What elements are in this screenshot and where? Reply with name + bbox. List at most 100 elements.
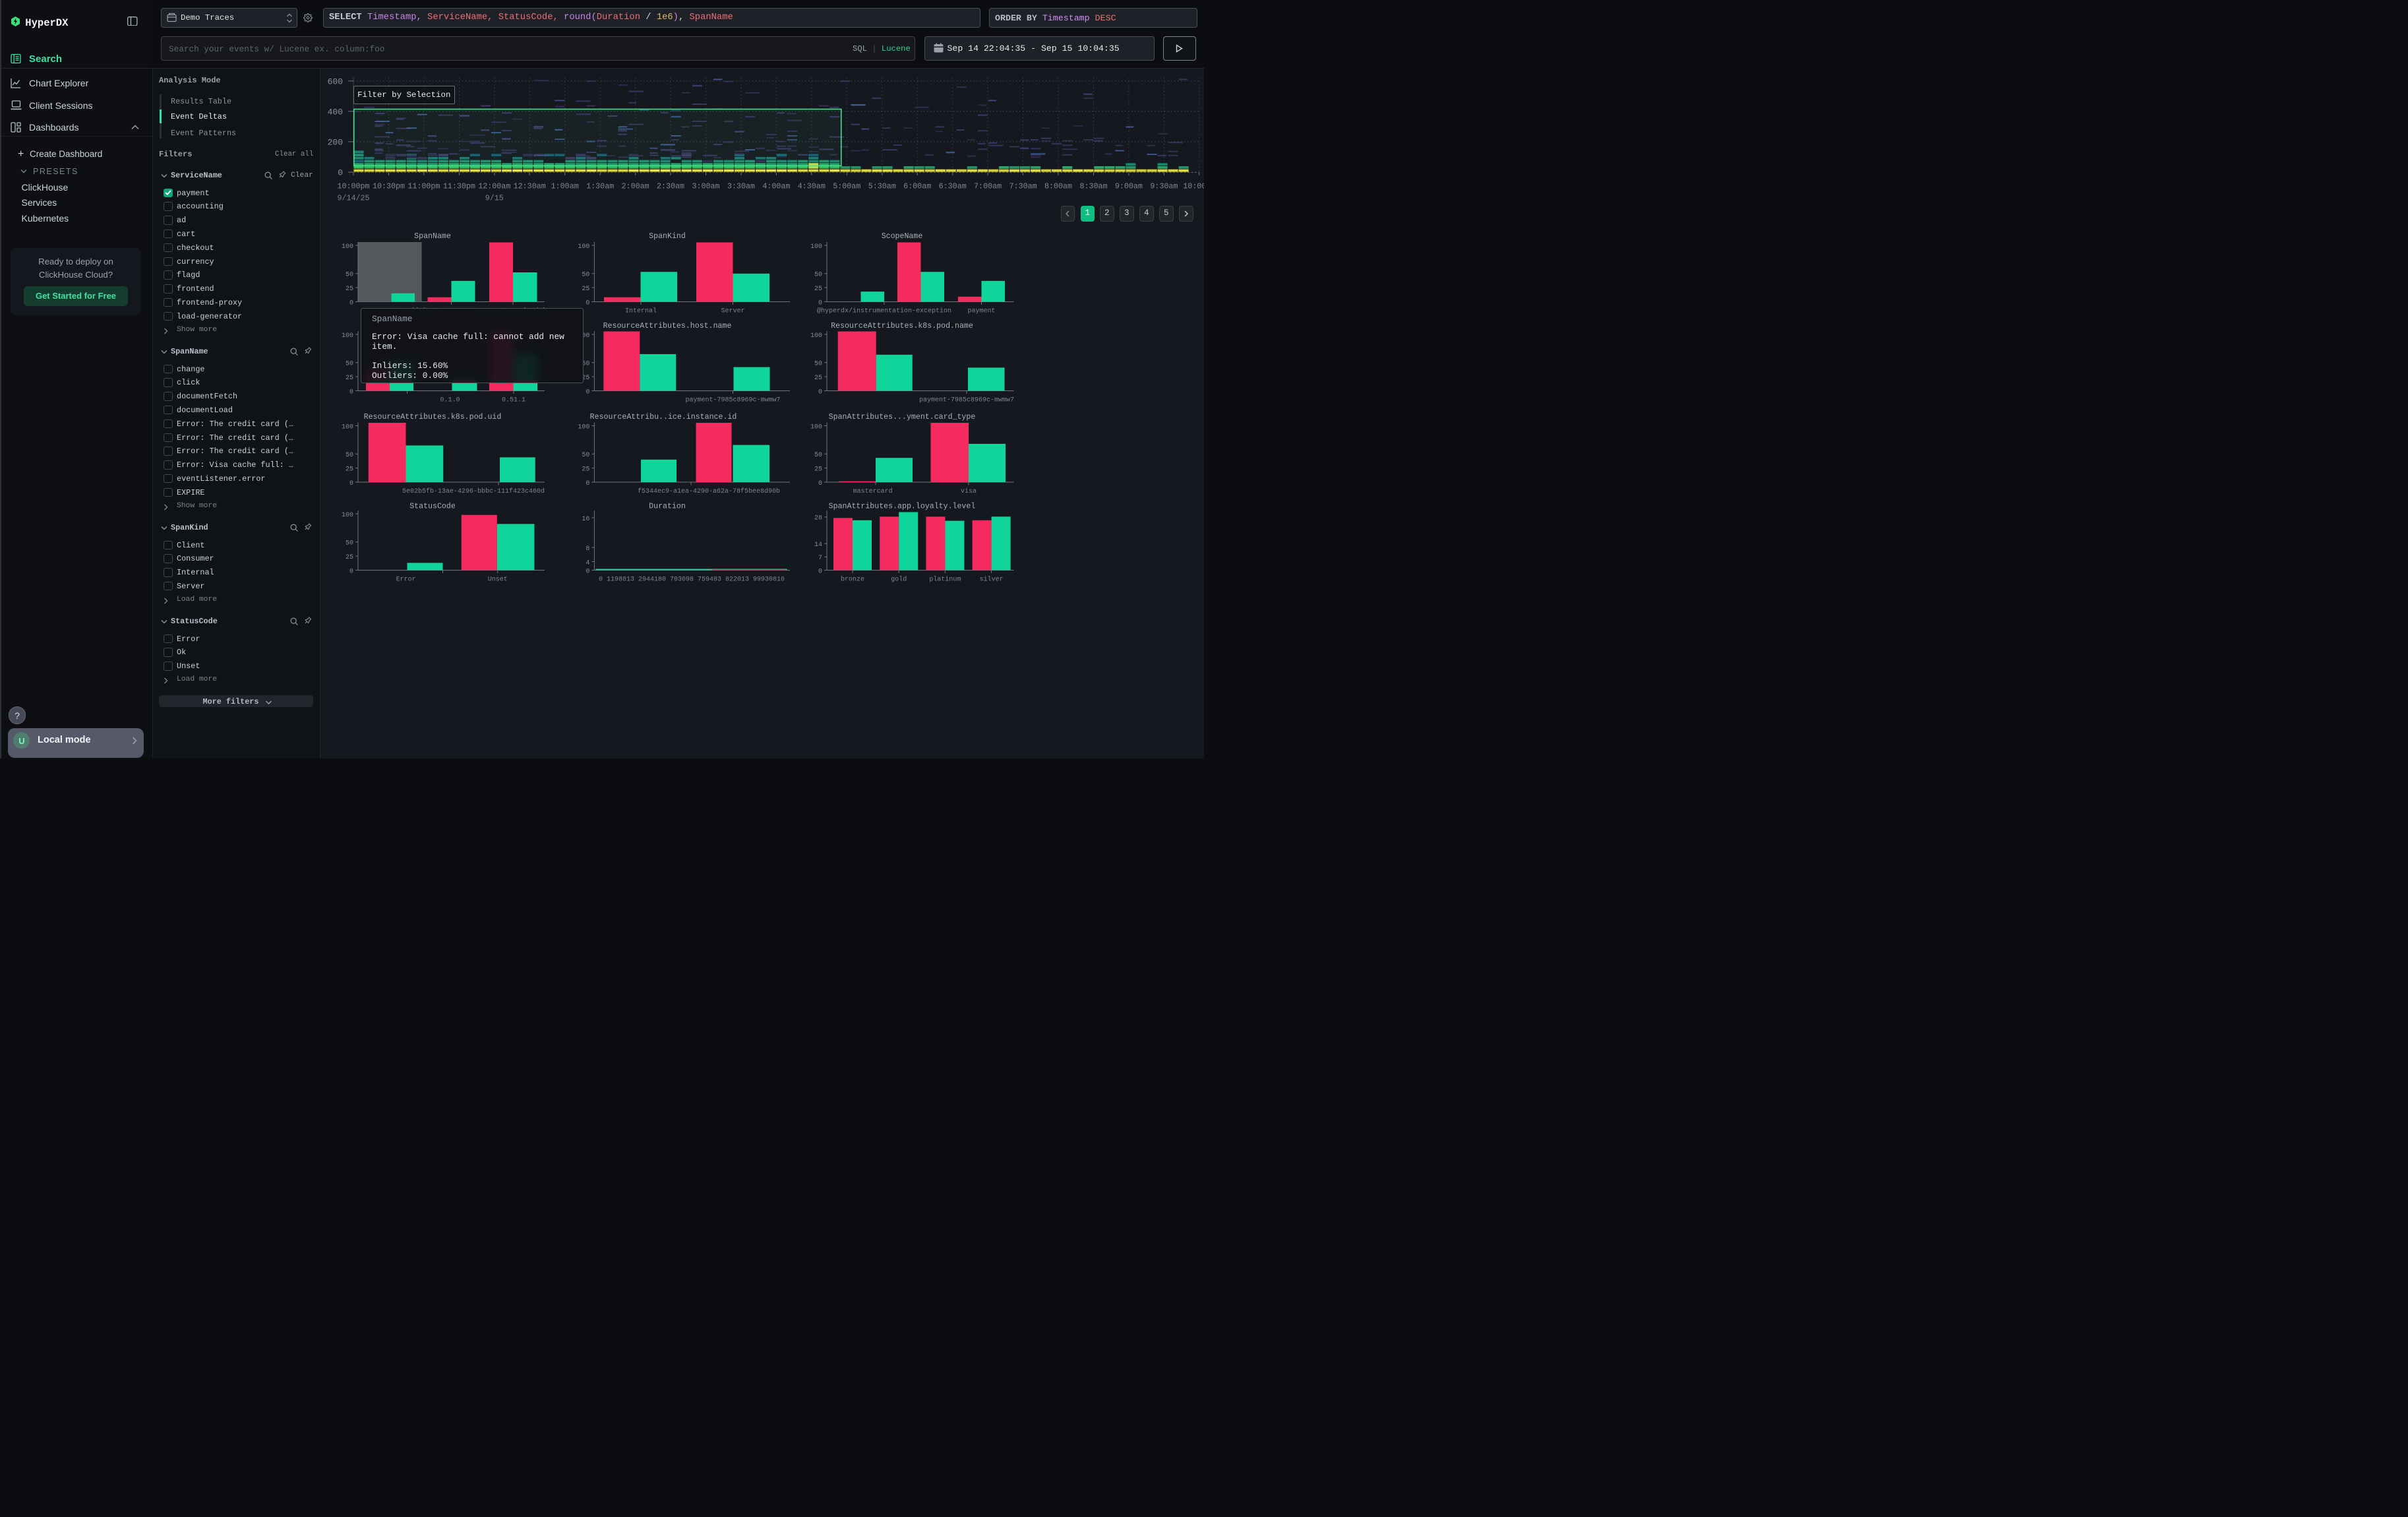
svg-text:7:00am: 7:00am (974, 182, 1002, 191)
svg-text:6:30am: 6:30am (939, 182, 967, 191)
svg-text:200: 200 (328, 137, 343, 147)
svg-text:0: 0 (818, 299, 822, 307)
svg-text:3:00am: 3:00am (692, 182, 719, 191)
svg-text:100: 100 (810, 423, 822, 431)
svg-text:ScopeName: ScopeName (882, 232, 923, 241)
svg-text:9/15: 9/15 (485, 194, 504, 203)
svg-text:25: 25 (346, 554, 353, 561)
svg-text:mastercard: mastercard (853, 487, 893, 495)
svg-text:25: 25 (582, 286, 589, 293)
svg-text:4:30am: 4:30am (798, 182, 826, 191)
svg-text:Error: Error (396, 576, 416, 584)
svg-text:14: 14 (814, 542, 822, 549)
svg-text:ResourceAttributes.k8s.pod.uid: ResourceAttributes.k8s.pod.uid (364, 413, 502, 421)
svg-text:1:30am: 1:30am (586, 182, 614, 191)
svg-text:bronze: bronze (841, 576, 864, 584)
svg-text:10:30pm: 10:30pm (373, 182, 405, 191)
svg-text:100: 100 (810, 332, 822, 340)
svg-text:5:00am: 5:00am (833, 182, 860, 191)
svg-text:50: 50 (582, 452, 589, 459)
svg-text:0: 0 (586, 299, 589, 307)
svg-text:Duration: Duration (649, 503, 686, 511)
svg-text:payment: payment (967, 308, 995, 315)
svg-text:11:30pm: 11:30pm (443, 182, 475, 191)
svg-text:7: 7 (818, 555, 822, 562)
svg-text:25: 25 (814, 286, 822, 293)
svg-text:12:00am: 12:00am (478, 182, 510, 191)
svg-text:f5344ec9-a1ea-4290-a62a-78f5be: f5344ec9-a1ea-4290-a62a-78f5bee8d90b (638, 487, 780, 495)
svg-text:0.51.1: 0.51.1 (502, 397, 526, 404)
svg-text:SpanKind: SpanKind (649, 232, 686, 241)
svg-text:0: 0 (818, 480, 822, 487)
svg-text:10:00am: 10:00am (1183, 182, 1204, 191)
svg-text:50: 50 (814, 361, 822, 368)
svg-text:0: 0 (586, 388, 589, 396)
svg-text:0 1198813 2944180 703098 7594: 0 1198813 2944180 703098 759483 822013 9… (599, 576, 785, 584)
svg-text:SpanAttributes.app.loyalty.lev: SpanAttributes.app.loyalty.level (829, 503, 976, 511)
svg-text:25: 25 (814, 375, 822, 382)
svg-text:0: 0 (586, 480, 589, 487)
svg-text:1:00am: 1:00am (551, 182, 579, 191)
svg-text:0: 0 (349, 480, 353, 487)
svg-text:25: 25 (346, 375, 353, 382)
svg-text:50: 50 (346, 540, 353, 547)
svg-text:Unset: Unset (488, 576, 508, 584)
svg-text:Internal: Internal (625, 307, 657, 315)
svg-text:8: 8 (586, 545, 589, 553)
svg-text:100: 100 (342, 243, 353, 251)
svg-text:2:30am: 2:30am (657, 182, 684, 191)
svg-text:0: 0 (349, 388, 353, 396)
svg-text:100: 100 (342, 512, 353, 519)
svg-text:0: 0 (338, 168, 343, 178)
svg-text:10:00pm: 10:00pm (337, 182, 369, 191)
svg-text:100: 100 (578, 423, 589, 431)
svg-text:8:30am: 8:30am (1079, 182, 1107, 191)
svg-text:0: 0 (818, 388, 822, 396)
svg-text:4:00am: 4:00am (762, 182, 790, 191)
svg-text:50: 50 (814, 272, 822, 279)
svg-text:0.1.0: 0.1.0 (440, 397, 460, 404)
svg-text:0: 0 (818, 568, 822, 575)
svg-text:50: 50 (582, 272, 589, 279)
svg-text:400: 400 (328, 107, 343, 117)
svg-text:ResourceAttributes.host.name: ResourceAttributes.host.name (603, 322, 732, 330)
svg-text:100: 100 (342, 423, 353, 431)
svg-text:StatusCode: StatusCode (409, 503, 456, 511)
svg-text:9:30am: 9:30am (1150, 182, 1178, 191)
svg-text:Server: Server (721, 308, 744, 315)
svg-text:9/14/25: 9/14/25 (337, 194, 369, 203)
svg-text:25: 25 (814, 466, 822, 473)
svg-text:50: 50 (346, 272, 353, 279)
svg-text:ResourceAttribu..ice.instance.: ResourceAttribu..ice.instance.id (590, 413, 737, 421)
svg-text:8:00am: 8:00am (1044, 182, 1072, 191)
svg-text:16: 16 (582, 516, 589, 523)
svg-text:600: 600 (328, 77, 343, 86)
svg-text:SpanAttributes...yment.card_ty: SpanAttributes...yment.card_type (829, 413, 976, 421)
svg-text:25: 25 (346, 286, 353, 293)
svg-text:3:30am: 3:30am (727, 182, 755, 191)
svg-text:11:00pm: 11:00pm (407, 182, 440, 191)
svg-text:4: 4 (586, 559, 589, 567)
svg-text:2:00am: 2:00am (622, 182, 649, 191)
svg-text:payment-7985c8969c-mwmw7: payment-7985c8969c-mwmw7 (919, 397, 1014, 404)
svg-text:6:00am: 6:00am (903, 182, 931, 191)
svg-text:50: 50 (814, 452, 822, 459)
svg-text:@hyperdx/instrumentation-excep: @hyperdx/instrumentation-exception (817, 307, 951, 315)
svg-text:100: 100 (810, 243, 822, 251)
svg-text:50: 50 (346, 452, 353, 459)
svg-text:25: 25 (346, 466, 353, 473)
svg-text:5e02b5fb-13ae-4296-bbbc-111f42: 5e02b5fb-13ae-4296-bbbc-111f423c460d (402, 487, 545, 495)
svg-text:0: 0 (349, 568, 353, 575)
svg-text:5:30am: 5:30am (868, 182, 896, 191)
svg-text:0: 0 (586, 568, 589, 575)
svg-text:visa: visa (961, 487, 977, 495)
svg-text:SpanName: SpanName (414, 232, 451, 241)
svg-text:gold: gold (891, 576, 907, 584)
svg-text:ResourceAttributes.k8s.pod.nam: ResourceAttributes.k8s.pod.name (831, 322, 973, 330)
svg-text:9:00am: 9:00am (1115, 182, 1143, 191)
svg-text:platinum: platinum (929, 576, 961, 584)
svg-text:payment-7985c8969c-mwmw7: payment-7985c8969c-mwmw7 (685, 397, 780, 404)
svg-text:100: 100 (578, 243, 589, 251)
svg-text:12:30am: 12:30am (514, 182, 546, 191)
svg-text:7:30am: 7:30am (1009, 182, 1037, 191)
